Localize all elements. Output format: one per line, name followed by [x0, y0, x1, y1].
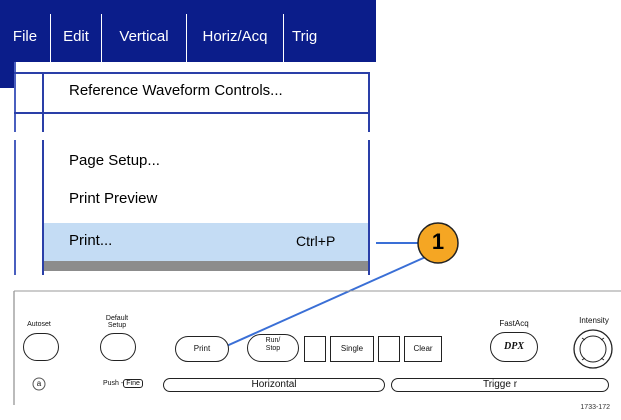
print-button-label: Print: [193, 344, 211, 353]
horizontal-label: Horizontal: [251, 379, 297, 390]
intensity-label: Intensity: [579, 316, 609, 325]
figure-id: 1733-172: [580, 404, 610, 411]
push-fine-label: Push - Fine: [103, 379, 143, 388]
fine-badge: Fine: [123, 379, 143, 388]
trigger-label: Trigge r: [482, 379, 518, 390]
run-stop-label-line1: Run/: [265, 337, 281, 344]
dpx-label: DPX: [504, 341, 524, 352]
blank-button[interactable]: [378, 336, 400, 362]
push-prefix: Push -: [103, 380, 124, 387]
single-button-label: Single: [340, 344, 364, 353]
default-setup-label-line2: Setup: [107, 322, 127, 329]
clear-button-label: Clear: [413, 344, 433, 353]
run-stop-label-line2: Stop: [265, 345, 281, 352]
default-setup-button[interactable]: [100, 333, 136, 361]
fastacq-label: FastAcq: [499, 319, 529, 328]
autoset-label: Autoset: [27, 321, 51, 328]
blank-button[interactable]: [304, 336, 326, 362]
a-knob-label: a: [36, 379, 42, 388]
autoset-button[interactable]: [23, 333, 59, 361]
